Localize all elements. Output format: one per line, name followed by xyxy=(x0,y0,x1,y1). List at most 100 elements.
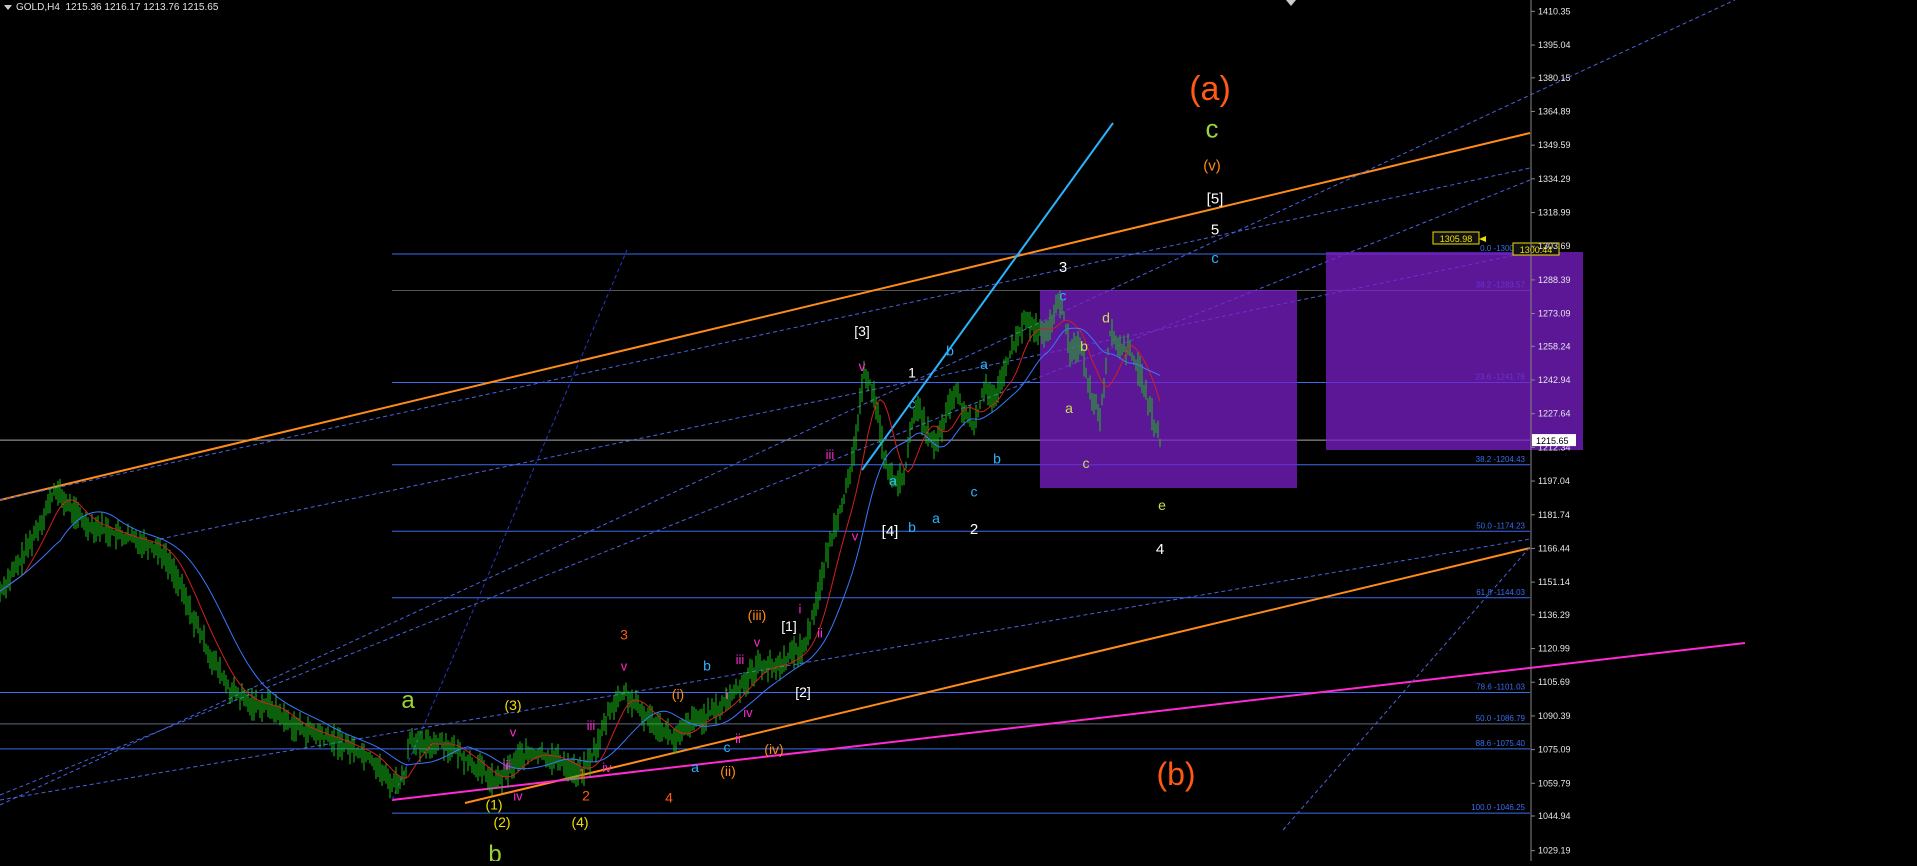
wave-label: b xyxy=(908,519,916,535)
fib-label: 50.0 -1174.23 xyxy=(1476,521,1525,530)
wave-label: a xyxy=(932,510,940,526)
wave-label: c xyxy=(1083,455,1090,471)
wave-label: v xyxy=(754,634,761,649)
wave-label: [2] xyxy=(795,684,811,700)
wave-label: iii xyxy=(736,652,745,667)
axis-tick-label: 1242.94 xyxy=(1538,375,1571,385)
wave-label: c xyxy=(909,395,916,411)
wave-label: iii xyxy=(587,718,596,733)
wave-label: a xyxy=(980,356,988,372)
wave-label: i xyxy=(799,601,802,616)
wave-label: iv xyxy=(513,788,523,803)
wave-label: v xyxy=(859,358,866,374)
fib-label: 100.0 -1046.25 xyxy=(1471,803,1525,812)
axis-tick-label: 1334.29 xyxy=(1538,174,1571,184)
wave-label: 3 xyxy=(1059,259,1067,276)
axis-tick-label: 1288.39 xyxy=(1538,275,1571,285)
wave-label: v xyxy=(621,659,628,674)
wave-label: a xyxy=(401,687,415,714)
wave-label: c xyxy=(1060,288,1067,304)
axis-tick-label: 1364.89 xyxy=(1538,106,1571,116)
axis-tick-label: 1303.69 xyxy=(1538,241,1571,251)
wave-label: iii xyxy=(503,758,512,773)
fib-label: 50.0 -1086.79 xyxy=(1476,714,1526,723)
axis-tick-label: 1120.99 xyxy=(1538,644,1570,654)
wave-label: a xyxy=(1065,400,1073,416)
wave-label: e xyxy=(1158,497,1166,513)
wave-label: [3] xyxy=(854,323,870,339)
wave-label: iv xyxy=(602,760,612,775)
fib-label: 61.8 -1144.03 xyxy=(1476,588,1525,597)
wave-label: a xyxy=(691,759,699,775)
wave-label: (b) xyxy=(1156,756,1195,792)
wave-label: c xyxy=(971,484,978,500)
fib-label: 78.6 -1101.03 xyxy=(1476,682,1525,691)
axis-tick-label: 1059.79 xyxy=(1538,778,1571,788)
axis-tick-label: 1273.09 xyxy=(1538,309,1571,319)
wave-label: (4) xyxy=(571,814,588,830)
wave-label: d xyxy=(1102,310,1110,326)
consolidation-box xyxy=(1040,290,1297,488)
axis-tick-label: 1258.24 xyxy=(1538,341,1571,351)
current-price-label: 1215.65 xyxy=(1536,436,1569,446)
axis-tick-label: 1105.69 xyxy=(1538,677,1570,687)
wave-label: (1) xyxy=(485,796,502,812)
wave-label: b xyxy=(993,451,1001,467)
wave-label: 4 xyxy=(665,790,673,806)
wave-label: 3 xyxy=(620,627,628,643)
wave-label: b xyxy=(703,658,711,674)
wave-label: (iii) xyxy=(748,607,767,623)
axis-tick-label: 1166.44 xyxy=(1538,543,1570,553)
wave-label: (ii) xyxy=(720,763,736,779)
fib-label: 38.2 -1204.43 xyxy=(1476,455,1526,464)
wave-label: 1 xyxy=(578,765,586,781)
axis-tick-label: 1380.15 xyxy=(1538,73,1571,83)
axis-tick-label: 1349.59 xyxy=(1538,140,1571,150)
wave-label: i xyxy=(726,687,729,702)
wave-label: iv xyxy=(743,705,753,720)
wave-label: (i) xyxy=(672,686,684,702)
wave-label: 2 xyxy=(970,521,978,538)
wave-label: [5] xyxy=(1207,191,1224,208)
axis-tick-label: 1318.99 xyxy=(1538,208,1571,218)
wave-label: 4 xyxy=(1156,541,1164,558)
chart-header[interactable]: GOLD,H4 1215.36 1216.17 1213.76 1215.65 xyxy=(4,2,218,13)
wave-label: [4] xyxy=(882,523,899,540)
wave-label: (v) xyxy=(1203,158,1221,175)
axis-tick-label: 1410.35 xyxy=(1538,6,1571,16)
wave-label: (a) xyxy=(1189,70,1231,108)
wave-label: c xyxy=(1211,250,1219,267)
gold-h4-chart[interactable]: 0.0 -1300.1738.2 -1283.5723.6 -1241.7838… xyxy=(0,0,1917,866)
wave-label: b xyxy=(1080,338,1088,354)
symbol-label: GOLD,H4 xyxy=(16,2,60,13)
wave-label: 5 xyxy=(1211,222,1219,239)
target-price-tag: 1305.98 xyxy=(1440,234,1473,244)
fib-label: 88.6 -1075.40 xyxy=(1476,739,1526,748)
axis-tick-label: 1227.64 xyxy=(1538,409,1571,419)
wave-label: v xyxy=(852,529,859,544)
wave-label: (3) xyxy=(504,697,521,713)
wave-label: c xyxy=(724,739,731,755)
axis-tick-label: 1075.09 xyxy=(1538,745,1571,755)
wave-label: b xyxy=(946,343,954,359)
wave-label: 2 xyxy=(582,787,590,803)
wave-label: iii xyxy=(826,447,835,462)
wave-label: (2) xyxy=(493,814,510,830)
chart-canvas[interactable]: 0.0 -1300.1738.2 -1283.5723.6 -1241.7838… xyxy=(0,0,1917,866)
axis-tick-label: 1090.39 xyxy=(1538,711,1571,721)
wave-label: 1 xyxy=(908,365,916,381)
wave-label: ii xyxy=(817,625,823,640)
axis-tick-label: 1197.04 xyxy=(1538,476,1570,486)
wave-label: b xyxy=(488,841,501,861)
wave-label: ii xyxy=(735,731,741,746)
wave-label: (iv) xyxy=(764,741,783,757)
axis-tick-label: 1181.74 xyxy=(1538,510,1570,520)
wave-label: c xyxy=(1206,114,1219,144)
wave-label: a xyxy=(889,473,897,489)
axis-tick-label: 1136.29 xyxy=(1538,610,1570,620)
ohlc-values: 1215.36 1216.17 1213.76 1215.65 xyxy=(65,2,219,13)
dropdown-triangle-icon[interactable] xyxy=(4,4,12,10)
axis-tick-label: 1395.04 xyxy=(1538,40,1571,50)
wave-label: [1] xyxy=(781,618,797,634)
axis-tick-label: 1151.14 xyxy=(1538,577,1570,587)
